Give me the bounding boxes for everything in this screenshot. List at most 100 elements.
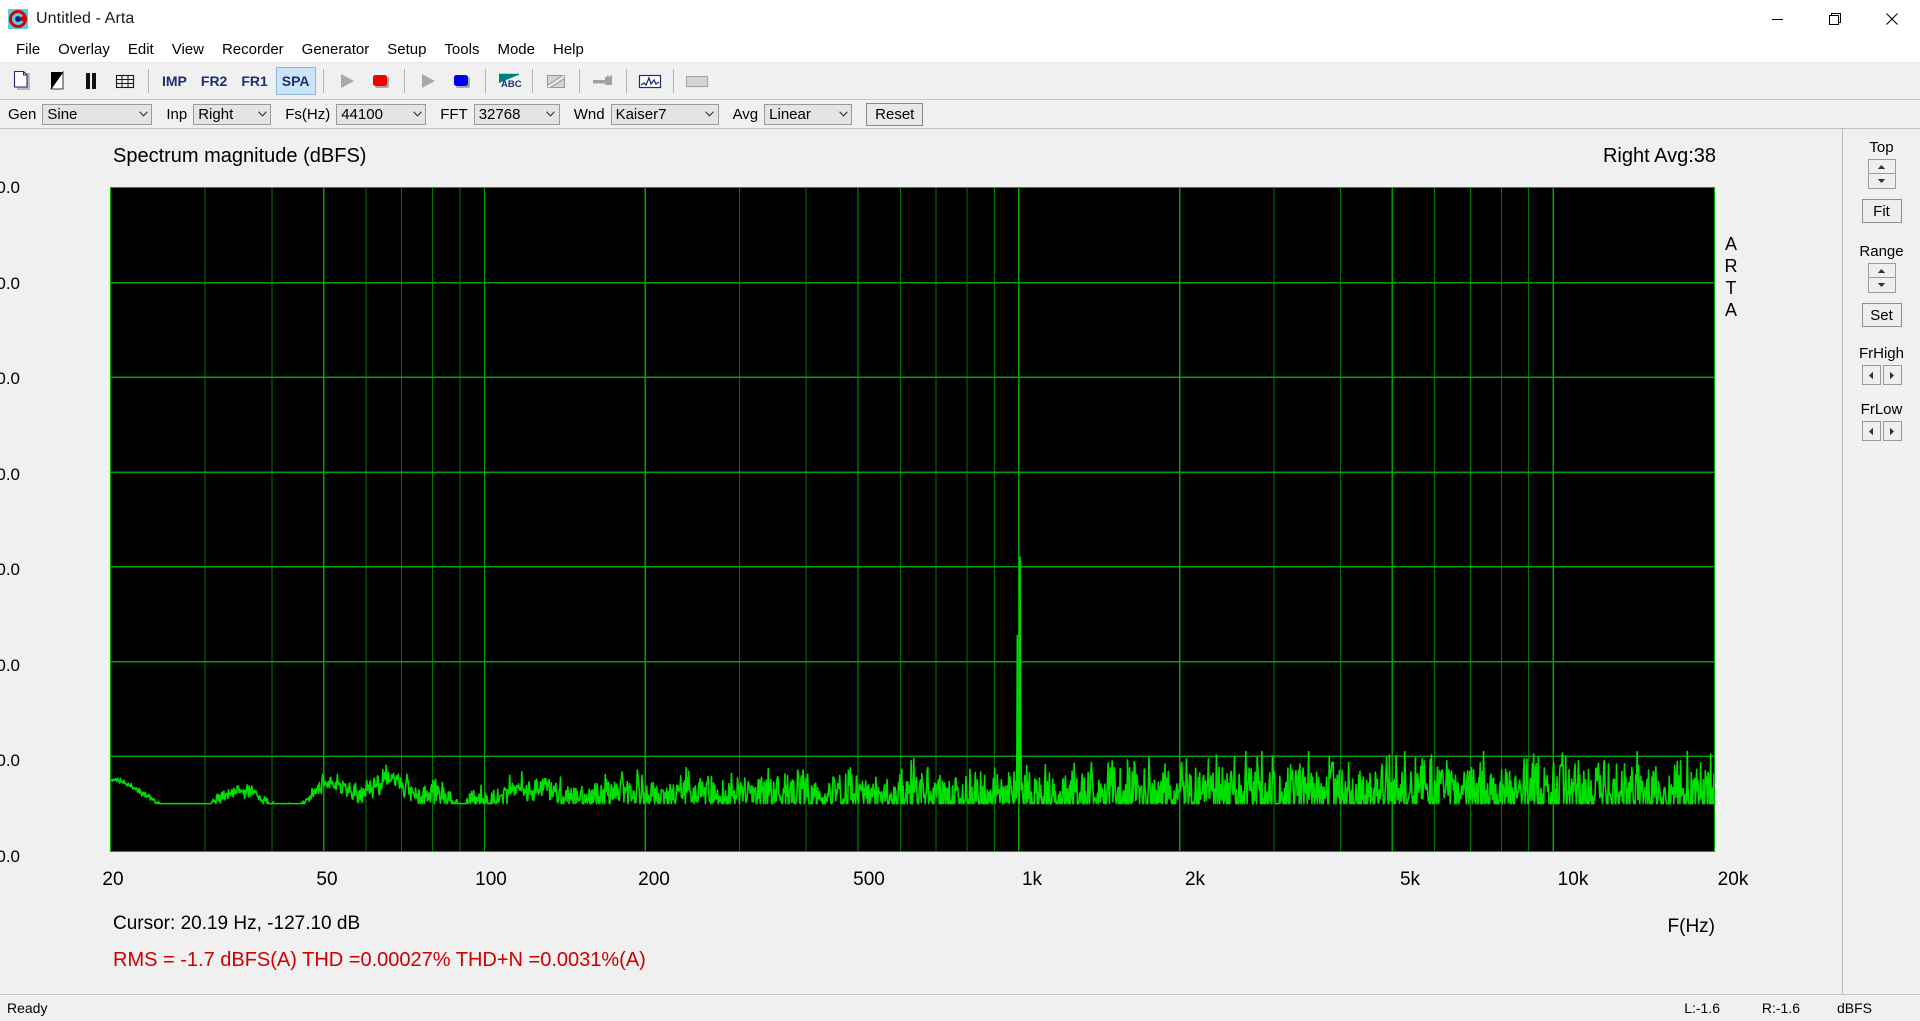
frlow-left-button[interactable] <box>1861 421 1881 441</box>
menu-tools[interactable]: Tools <box>435 39 488 61</box>
control-bar: Gen Sine Inp Right Fs(Hz) 44100 FFT 3276… <box>0 100 1920 129</box>
arrow-up-icon <box>1877 164 1886 169</box>
menu-bar: File Overlay Edit View Recorder Generato… <box>0 38 1920 63</box>
spectrum-plot[interactable] <box>110 187 1715 852</box>
fit-button[interactable]: Fit <box>1861 199 1902 223</box>
svg-text:ABC: ABC <box>501 79 522 90</box>
inp-select[interactable]: Right <box>193 103 272 125</box>
arrow-down-icon <box>1877 179 1886 183</box>
grid-button[interactable] <box>109 66 141 96</box>
new-file-button[interactable] <box>7 66 39 96</box>
abc-label-icon: ABC <box>498 73 522 90</box>
play2-disabled-button[interactable] <box>412 66 444 96</box>
key-button[interactable] <box>587 66 619 96</box>
range-spinner[interactable] <box>1867 263 1896 293</box>
toolbar-separator-1 <box>148 69 149 93</box>
chevron-down-icon <box>409 111 425 117</box>
mode-fr2-button[interactable]: FR2 <box>195 67 233 95</box>
minimize-icon <box>1772 18 1783 20</box>
xtick-3: 200 <box>638 869 670 890</box>
xtick-4: 500 <box>853 869 885 890</box>
gen-label: Gen <box>8 105 37 123</box>
frhigh-label: FrHigh <box>1858 345 1904 362</box>
play-gray-icon <box>340 74 354 88</box>
contrast-button[interactable] <box>41 66 73 96</box>
frlow-right-button[interactable] <box>1882 421 1902 441</box>
pause-button[interactable] <box>75 66 107 96</box>
frhigh-left-button[interactable] <box>1861 365 1881 385</box>
avg-select[interactable]: Linear <box>764 103 853 125</box>
record-button[interactable] <box>365 66 397 96</box>
wnd-select[interactable]: Kaiser7 <box>610 103 719 125</box>
mode-imp-button[interactable]: IMP <box>156 67 193 95</box>
fft-value: 32768 <box>478 105 521 123</box>
maximize-icon <box>1828 13 1841 25</box>
xtick-7: 5k <box>1399 869 1421 890</box>
gen-select[interactable]: Sine <box>42 103 153 125</box>
menu-view[interactable]: View <box>163 39 213 61</box>
menu-generator[interactable]: Generator <box>293 39 379 61</box>
menu-file[interactable]: File <box>7 39 49 61</box>
close-button[interactable] <box>1863 0 1920 38</box>
arrow-right-icon <box>1890 427 1894 435</box>
xtick-1: 50 <box>316 869 338 890</box>
menu-help[interactable]: Help <box>544 39 593 61</box>
chevron-down-icon <box>135 111 151 117</box>
menu-recorder[interactable]: Recorder <box>213 39 293 61</box>
toolbar-separator-7 <box>625 69 627 93</box>
minimize-button[interactable] <box>1749 0 1806 38</box>
grid-icon <box>115 74 135 89</box>
frhigh-spinner[interactable] <box>1861 365 1902 385</box>
top-down-button[interactable] <box>1867 174 1896 189</box>
xtick-8: 10k <box>1557 869 1589 890</box>
frlow-spinner[interactable] <box>1861 421 1902 441</box>
play-disabled-button[interactable] <box>331 66 363 96</box>
spectrum-chart-button[interactable] <box>634 66 666 96</box>
toolbar-separator-2 <box>322 69 324 93</box>
gen-value: Sine <box>47 105 78 123</box>
cursor-readout: Cursor: 20.19 Hz, -127.10 dB <box>113 913 361 934</box>
range-up-button[interactable] <box>1867 263 1896 278</box>
mode-fr1-button[interactable]: FR1 <box>235 67 273 95</box>
frlow-label: FrLow <box>1860 401 1903 418</box>
toolbar: IMP FR2 FR1 SPA ABC <box>0 63 1920 100</box>
record-red-icon <box>372 75 389 88</box>
fs-select[interactable]: 44100 <box>336 103 427 125</box>
set-button[interactable]: Set <box>1861 303 1902 327</box>
menu-edit[interactable]: Edit <box>119 39 163 61</box>
maximize-button[interactable] <box>1806 0 1863 38</box>
wnd-label: Wnd <box>573 105 605 123</box>
ytick-1: -20.0 <box>0 274 20 293</box>
ytick-3: -60.0 <box>0 465 20 484</box>
top-up-button[interactable] <box>1867 159 1896 174</box>
menu-mode[interactable]: Mode <box>488 39 544 61</box>
menu-overlay[interactable]: Overlay <box>49 39 119 61</box>
key-icon <box>592 75 612 85</box>
range-label: Range <box>1859 243 1904 260</box>
right-control-rail: Top Fit Range Set FrHigh FrLow <box>1842 129 1920 994</box>
xtick-0: 20 <box>102 869 124 890</box>
measurement-readout: RMS = -1.7 dBFS(A) THD =0.00027% THD+N =… <box>113 949 646 971</box>
mode-spa-button[interactable]: SPA <box>275 67 316 95</box>
range-down-button[interactable] <box>1867 278 1896 293</box>
hidden-graph-button[interactable] <box>540 66 572 96</box>
top-spinner[interactable] <box>1867 159 1896 189</box>
frhigh-right-button[interactable] <box>1882 365 1902 385</box>
arta-main-window: Untitled - Arta File Overlay Edit View R… <box>0 0 1920 1021</box>
fs-value: 44100 <box>341 105 383 123</box>
plot-area: Spectrum magnitude (dBFS) Right Avg:38 0… <box>0 129 1842 994</box>
fft-select[interactable]: 32768 <box>473 103 560 125</box>
chevron-down-icon <box>702 111 718 117</box>
toolbar-separator-5 <box>531 69 533 93</box>
reset-button[interactable]: Reset <box>866 102 924 126</box>
top-label: Top <box>1869 139 1894 156</box>
abc-label-button[interactable]: ABC <box>493 66 525 96</box>
status-right-level: R:-1.6 <box>1761 1000 1800 1016</box>
blank-panel-button[interactable] <box>681 66 713 96</box>
stop-button[interactable] <box>446 66 478 96</box>
arta-watermark: ARTA <box>1724 234 1738 320</box>
window-controls <box>1749 0 1920 38</box>
close-icon <box>1885 13 1898 25</box>
menu-setup[interactable]: Setup <box>378 39 435 61</box>
stop-blue-icon <box>453 75 470 88</box>
